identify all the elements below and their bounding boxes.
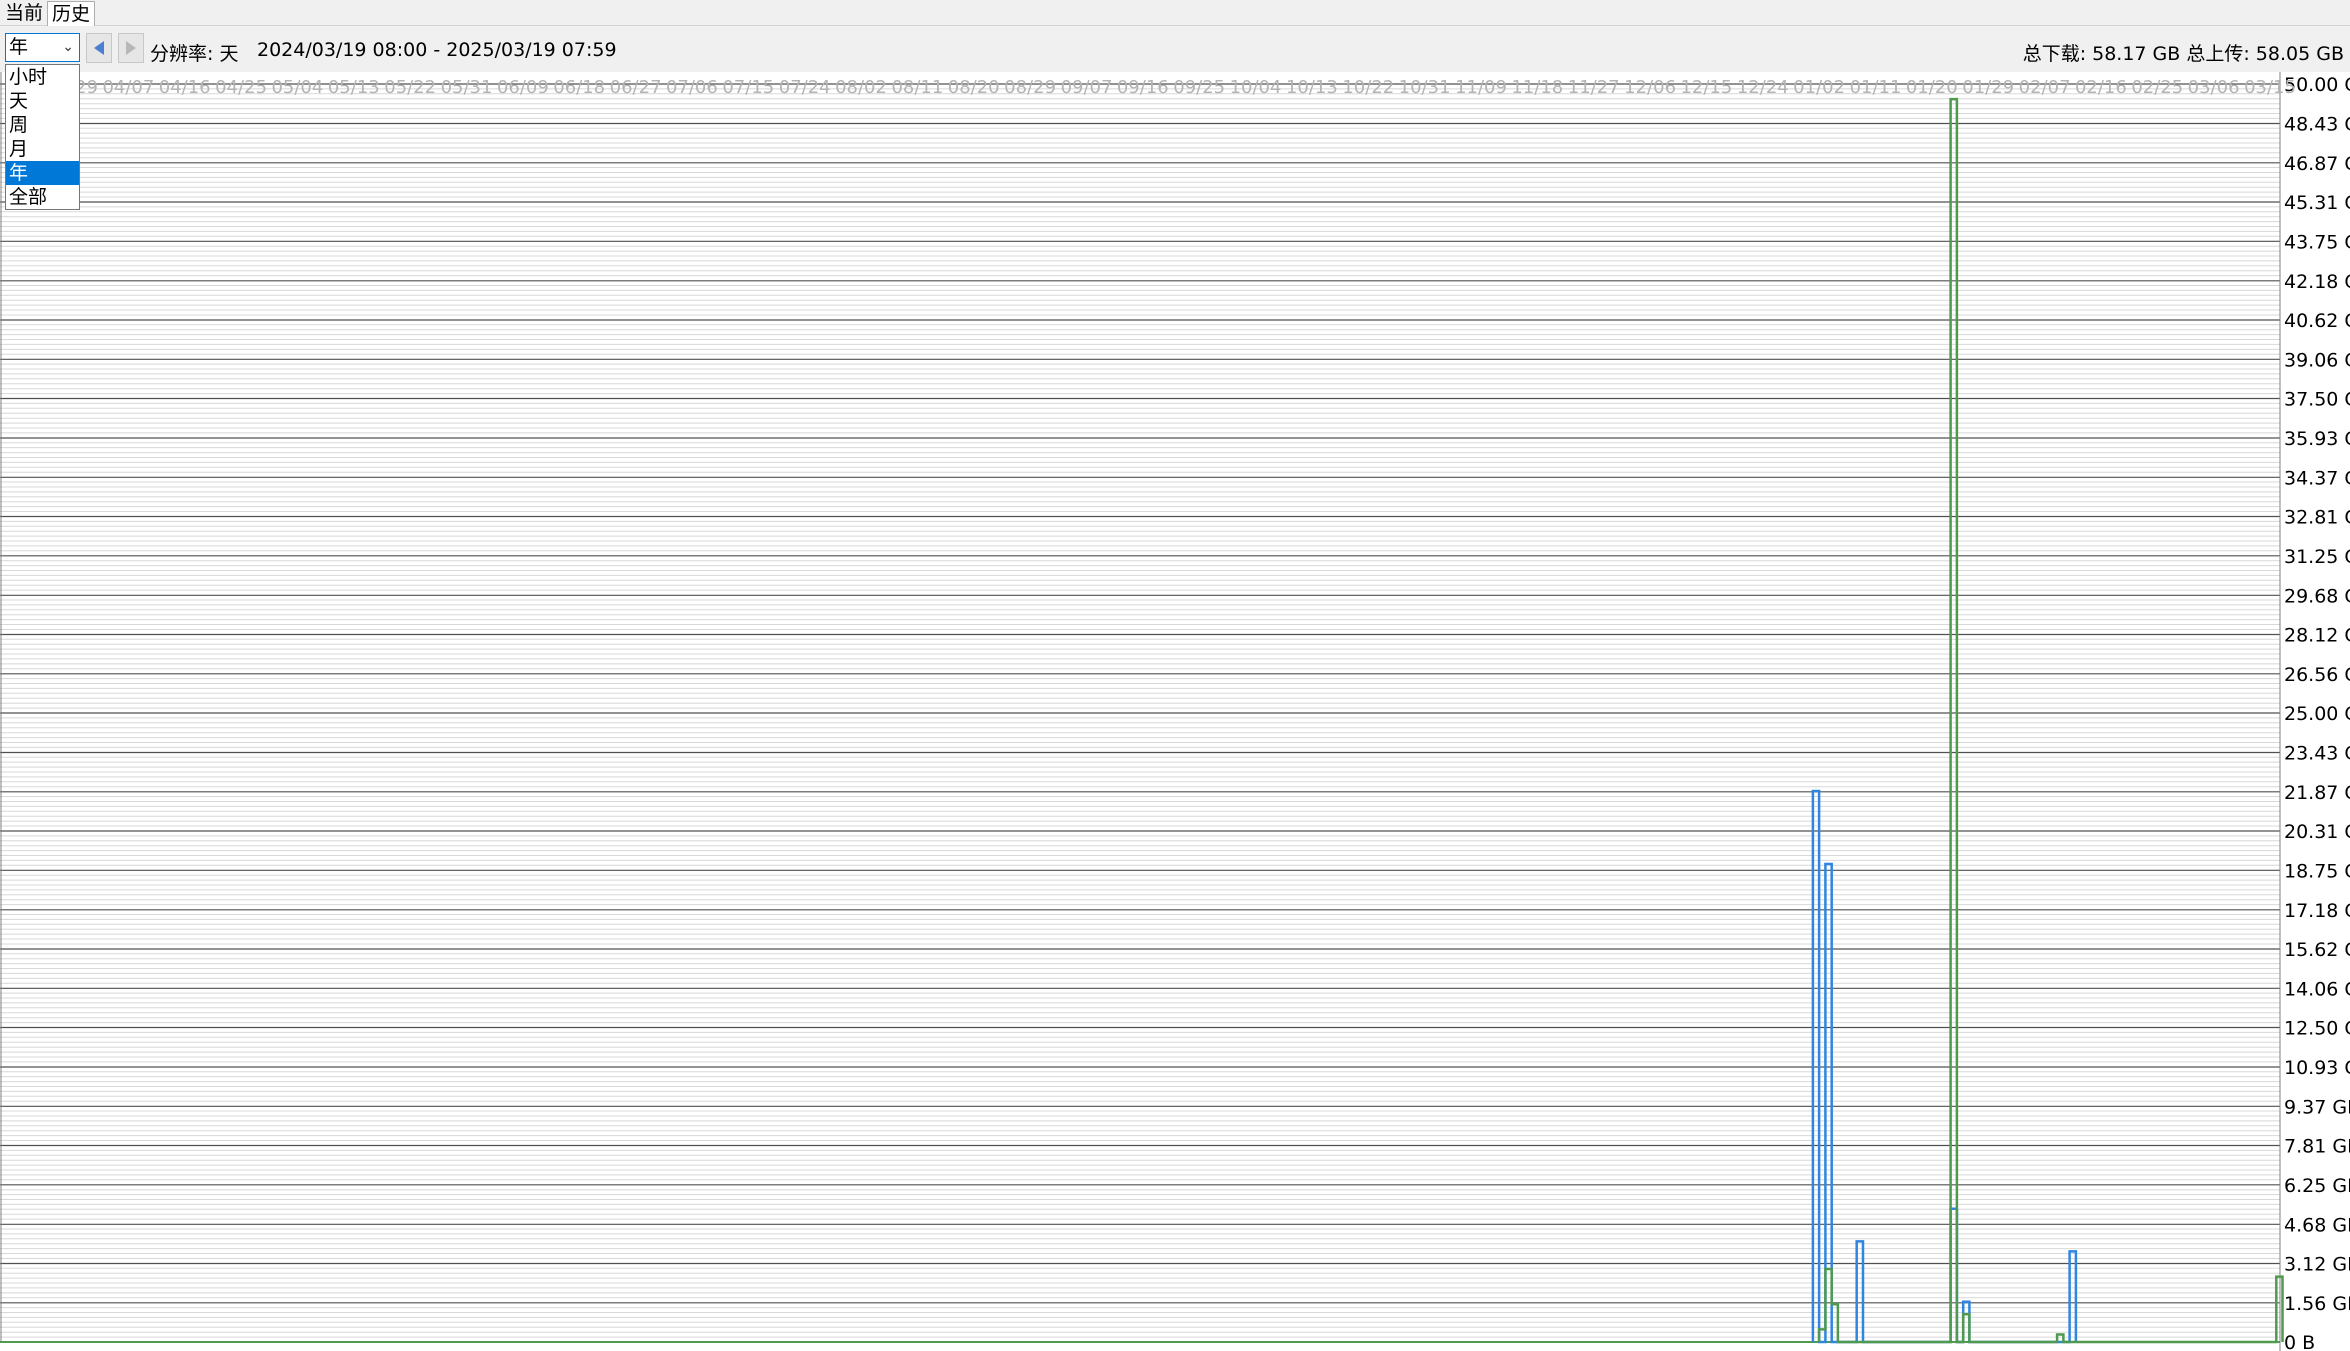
totals-label: 总下载: 58.17 GB 总上传: 58.05 GB <box>2022 43 2344 65</box>
y-tick-label: 34.37 G <box>2284 467 2350 489</box>
resolution-label: 分辨率: 天 <box>150 43 239 65</box>
y-tick-label: 14.06 G <box>2284 978 2350 1000</box>
x-tick-label: 05/31 <box>441 77 493 98</box>
x-tick-label: 04/16 <box>159 77 211 98</box>
x-tick-label: 08/11 <box>891 77 943 98</box>
x-tick-label: 11/09 <box>1455 77 1507 98</box>
x-tick-label: 01/20 <box>1906 77 1958 98</box>
x-tick-label: 01/29 <box>1962 77 2014 98</box>
y-tick-label: 10.93 G <box>2284 1057 2350 1079</box>
y-tick-label: 12.50 G <box>2284 1018 2350 1040</box>
range-option[interactable]: 周 <box>6 113 79 137</box>
x-tick-label: 10/04 <box>1230 77 1282 98</box>
y-tick-label: 40.62 G <box>2284 310 2350 332</box>
previous-period-button[interactable] <box>86 33 112 63</box>
y-tick-label: 37.50 G <box>2284 389 2350 411</box>
y-tick-label: 9.37 GB <box>2284 1096 2350 1118</box>
y-tick-label: 4.68 GB <box>2284 1214 2350 1236</box>
x-tick-label: 09/25 <box>1173 77 1225 98</box>
range-option[interactable]: 月 <box>6 137 79 161</box>
y-tick-label: 18.75 G <box>2284 860 2350 882</box>
date-range-label: 2024/03/19 08:00 - 2025/03/19 07:59 <box>257 39 617 61</box>
x-tick-label: 09/16 <box>1117 77 1169 98</box>
range-select[interactable]: 年 ⌄ <box>5 33 80 62</box>
x-tick-label: 10/13 <box>1286 77 1338 98</box>
range-option[interactable]: 全部 <box>6 185 79 209</box>
tab-history[interactable]: 历史 <box>47 1 96 26</box>
x-tick-label: 06/09 <box>497 77 549 98</box>
x-tick-label: 04/07 <box>102 77 154 98</box>
x-tick-label: 03/15 <box>2244 77 2296 98</box>
x-tick-label: 01/11 <box>1850 77 1902 98</box>
y-tick-label: 32.81 G <box>2284 507 2350 529</box>
next-period-button[interactable] <box>118 33 144 63</box>
x-tick-label: 08/02 <box>835 77 887 98</box>
x-tick-label: 06/18 <box>553 77 605 98</box>
x-tick-label: 02/07 <box>2019 77 2071 98</box>
x-tick-label: 08/20 <box>948 77 1000 98</box>
range-dropdown: 小时天周月年全部 <box>5 64 80 210</box>
y-tick-label: 45.31 G <box>2284 192 2350 214</box>
range-option[interactable]: 年 <box>6 161 79 185</box>
x-tick-label: 03/06 <box>2188 77 2240 98</box>
x-tick-label: 05/04 <box>271 77 323 98</box>
range-select-value: 年 <box>9 36 29 58</box>
y-tick-label: 48.43 G <box>2284 114 2350 136</box>
x-tick-label: 08/29 <box>1004 77 1056 98</box>
x-tick-label: 04/25 <box>215 77 267 98</box>
y-tick-label: 28.12 G <box>2284 625 2350 647</box>
x-tick-label: 02/25 <box>2131 77 2183 98</box>
chevron-down-icon: ⌄ <box>62 39 74 55</box>
toolbar: 年 ⌄ 分辨率: 天 2024/03/19 08:00 - 2025/03/19… <box>0 26 2350 72</box>
y-tick-label: 42.18 G <box>2284 271 2350 293</box>
x-tick-label: 05/22 <box>384 77 436 98</box>
x-tick-label: 12/24 <box>1737 77 1789 98</box>
y-tick-label: 15.62 G <box>2284 939 2350 961</box>
tab-bar: 当前 历史 <box>0 0 2350 26</box>
y-tick-label: 23.43 G <box>2284 743 2350 765</box>
y-tick-label: 29.68 G <box>2284 585 2350 607</box>
x-tick-label: 11/18 <box>1511 77 1563 98</box>
traffic-history-chart: 50.00 G48.43 G46.87 G45.31 G43.75 G42.18… <box>0 72 2350 1351</box>
x-tick-label: 10/31 <box>1399 77 1451 98</box>
x-tick-label: 12/06 <box>1624 77 1676 98</box>
x-tick-label: 09/07 <box>1061 77 1113 98</box>
x-tick-label: 06/27 <box>610 77 662 98</box>
y-tick-label: 21.87 G <box>2284 782 2350 804</box>
x-tick-label: 10/22 <box>1342 77 1394 98</box>
y-tick-label: 26.56 G <box>2284 664 2350 686</box>
x-tick-label: 05/13 <box>328 77 380 98</box>
y-tick-label: 17.18 G <box>2284 900 2350 922</box>
x-tick-label: 11/27 <box>1568 77 1620 98</box>
x-tick-label: 01/02 <box>1793 77 1845 98</box>
y-tick-label: 43.75 G <box>2284 231 2350 253</box>
x-tick-label: 12/15 <box>1680 77 1732 98</box>
x-tick-label: 02/16 <box>2075 77 2127 98</box>
y-tick-label: 46.87 G <box>2284 153 2350 175</box>
y-tick-label: 7.81 GB <box>2284 1136 2350 1158</box>
y-tick-label: 3.12 GB <box>2284 1254 2350 1276</box>
y-tick-label: 6.25 GB <box>2284 1175 2350 1197</box>
x-tick-label: 07/06 <box>666 77 718 98</box>
y-tick-label: 35.93 G <box>2284 428 2350 450</box>
y-tick-label: 31.25 G <box>2284 546 2350 568</box>
y-tick-label: 20.31 G <box>2284 821 2350 843</box>
x-tick-label: 07/24 <box>779 77 831 98</box>
y-tick-label: 39.06 G <box>2284 349 2350 371</box>
x-tick-label: 07/15 <box>722 77 774 98</box>
arrow-left-icon <box>94 41 104 55</box>
y-tick-label: 25.00 G <box>2284 703 2350 725</box>
y-tick-label: 1.56 GB <box>2284 1293 2350 1315</box>
tab-current[interactable]: 当前 <box>1 1 47 25</box>
chart-svg: 50.00 G48.43 G46.87 G45.31 G43.75 G42.18… <box>0 72 2350 1351</box>
arrow-right-icon <box>126 41 136 55</box>
range-option[interactable]: 天 <box>6 89 79 113</box>
y-tick-label: 0 B <box>2284 1332 2315 1351</box>
range-option[interactable]: 小时 <box>6 65 79 89</box>
